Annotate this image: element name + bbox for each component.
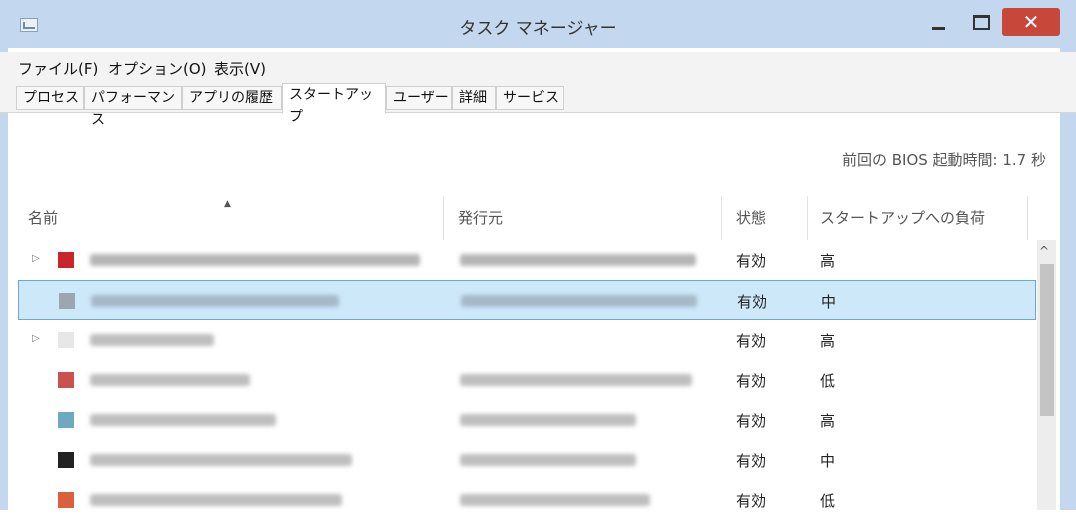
impact-value: 低 <box>820 492 836 510</box>
menu-options[interactable]: オプション(O) <box>108 58 207 79</box>
impact-value: 高 <box>820 332 836 350</box>
column-header-status[interactable]: 状態 <box>722 196 808 240</box>
menu-file[interactable]: ファイル(F) <box>18 58 98 79</box>
scroll-thumb[interactable] <box>1040 264 1054 416</box>
tab-app-history[interactable]: アプリの履歴 <box>182 86 282 110</box>
table-row[interactable]: ▷ 有効 高 <box>18 240 1036 280</box>
app-icon <box>58 252 74 268</box>
status-value: 有効 <box>736 412 767 430</box>
app-icon <box>58 412 74 428</box>
tab-details[interactable]: 詳細 <box>452 86 496 110</box>
status-value: 有効 <box>736 492 767 510</box>
column-header-publisher[interactable]: 発行元 <box>444 196 722 240</box>
publisher-name <box>460 254 696 266</box>
publisher-name <box>461 295 697 307</box>
app-icon <box>58 332 74 348</box>
publisher-name <box>460 374 692 386</box>
window-frame-right <box>1060 48 1076 510</box>
publisher-name <box>460 454 636 466</box>
status-value: 有効 <box>736 332 767 350</box>
tab-users[interactable]: ユーザー <box>386 86 452 110</box>
status-value: 有効 <box>736 252 767 270</box>
title-bar[interactable]: タスク マネージャー ✕ <box>0 0 1076 48</box>
impact-value: 中 <box>820 452 836 470</box>
tab-services[interactable]: サービス <box>496 86 564 110</box>
tab-strip: プロセス パフォーマンス アプリの履歴 スタートアップ ユーザー 詳細 サービス <box>0 82 1076 128</box>
scroll-up-icon[interactable]: ^ <box>1039 244 1049 258</box>
app-name <box>90 334 214 346</box>
menu-bar: ファイル(F) オプション(O) 表示(V) <box>0 52 1076 82</box>
table-row[interactable]: 有効 高 <box>18 400 1036 440</box>
table-row[interactable]: 有効 低 <box>18 480 1036 520</box>
impact-value: 高 <box>820 252 836 270</box>
app-name <box>90 374 250 386</box>
column-header-name[interactable]: 名前 <box>18 196 444 240</box>
app-icon <box>59 293 75 309</box>
app-name <box>90 494 342 506</box>
impact-value: 低 <box>820 372 836 390</box>
status-value: 有効 <box>737 293 768 311</box>
table-row[interactable]: 有効 中 <box>18 440 1036 480</box>
app-name <box>90 454 352 466</box>
publisher-name <box>460 494 650 506</box>
close-button[interactable]: ✕ <box>1002 8 1060 36</box>
app-icon <box>58 452 74 468</box>
publisher-name <box>460 414 636 426</box>
column-header-startup-impact[interactable]: スタートアップへの負荷 <box>808 196 1028 240</box>
tab-performance[interactable]: パフォーマンス <box>84 86 182 128</box>
minimize-button[interactable] <box>920 8 960 36</box>
maximize-button[interactable] <box>964 8 998 36</box>
menu-view[interactable]: 表示(V) <box>214 58 266 79</box>
status-value: 有効 <box>736 372 767 390</box>
table-row-selected[interactable]: 有効 中 <box>18 280 1036 320</box>
app-icon <box>58 372 74 388</box>
status-value: 有効 <box>736 452 767 470</box>
impact-value: 中 <box>821 293 837 311</box>
app-name <box>90 414 276 426</box>
impact-value: 高 <box>820 412 836 430</box>
app-icon <box>58 492 74 508</box>
window-title: タスク マネージャー <box>459 19 617 39</box>
tab-processes[interactable]: プロセス <box>16 86 84 110</box>
expand-arrow-icon[interactable]: ▷ <box>32 333 40 344</box>
app-name <box>90 254 420 266</box>
window-frame-left <box>0 48 8 510</box>
table-row[interactable]: 有効 低 <box>18 360 1036 400</box>
tab-startup[interactable]: スタートアップ <box>282 83 386 125</box>
table-row[interactable]: ▷ 有効 高 <box>18 320 1036 360</box>
bios-time-label: 前回の BIOS 起動時間: 1.7 秒 <box>841 151 1046 169</box>
expand-arrow-icon[interactable]: ▷ <box>32 253 40 264</box>
app-name <box>91 295 339 307</box>
